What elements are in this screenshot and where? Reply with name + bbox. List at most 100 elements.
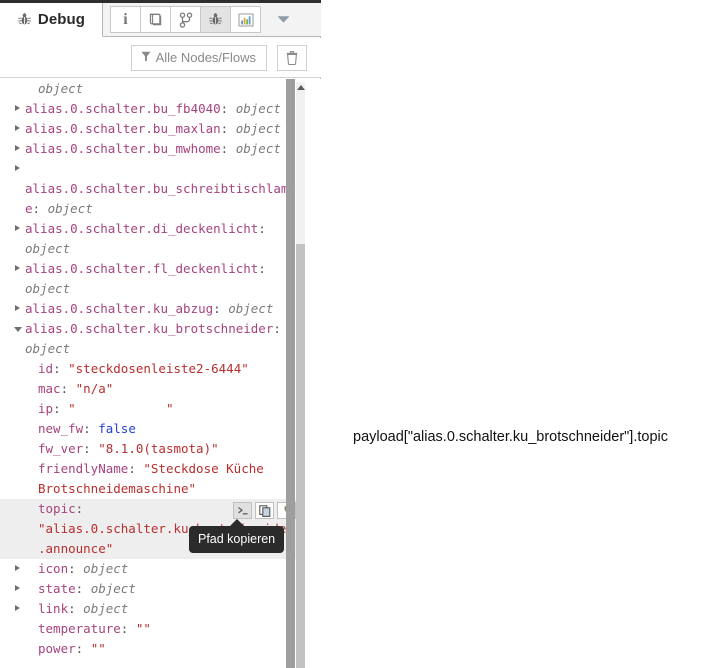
info-icon[interactable]: i <box>110 6 141 33</box>
info-glyph: i <box>123 10 128 28</box>
tree-row[interactable]: link: object <box>0 599 302 619</box>
filter-nodes-button[interactable]: Alle Nodes/Flows <box>130 44 267 71</box>
copy-path-tooltip: Pfad kopieren <box>189 519 285 553</box>
debug-message-tree: object alias.0.schalter.bu_fb4040: object… <box>0 79 302 659</box>
library-icon[interactable] <box>140 6 171 33</box>
tab-debug[interactable]: Debug <box>0 3 103 37</box>
expand-caret-closed-icon[interactable] <box>15 225 20 231</box>
debug-icon[interactable] <box>200 6 231 33</box>
copy-path-icon[interactable] <box>255 502 274 519</box>
tree-row-part-k: power <box>38 641 76 656</box>
message-scrollbar[interactable] <box>296 82 305 668</box>
filter-nodes-label: Alle Nodes/Flows <box>155 50 256 65</box>
tree-row-part-k: new_fw <box>38 421 84 436</box>
tree-row-part-k: alias.0.schalter.di_deckenlicht <box>25 221 259 236</box>
tree-row-part-t: object <box>235 141 281 156</box>
tree-row-part-t: object <box>228 301 274 316</box>
tree-row[interactable]: state: object <box>0 579 302 599</box>
tree-row[interactable]: power: "" <box>0 639 302 659</box>
tree-row-part-plain: : <box>220 141 236 156</box>
tree-row-part-k: alias.0.schalter.fl_deckenlicht <box>25 261 259 276</box>
tree-row[interactable]: alias.0.schalter.fl_deckenlicht: object <box>0 259 302 299</box>
tree-row-part-k: fw_ver <box>38 441 84 456</box>
tree-row[interactable]: temperature: "" <box>0 619 302 639</box>
tree-row-part-plain: : <box>75 641 91 656</box>
tree-row-part-s: "n/a" <box>75 381 114 396</box>
tree-row-part-s: " " <box>68 401 174 416</box>
message-scrollbar-thumb[interactable] <box>296 244 305 668</box>
debug-sidebar-panel: Debug i Alle Nodes/Flows object alias.0.… <box>0 0 321 668</box>
tree-row[interactable]: alias.0.schalter.bu_mwhome: object <box>0 139 302 159</box>
panel-scrollbar-thumb[interactable] <box>286 79 295 668</box>
tree-row-part-plain: : <box>75 581 91 596</box>
tree-row[interactable]: icon: object <box>0 559 302 579</box>
tree-row-part-k: friendlyName <box>38 461 129 476</box>
expand-caret-closed-icon[interactable] <box>15 165 20 171</box>
tree-row[interactable]: id: "steckdosenleiste2-6444" <box>0 359 302 379</box>
dashboard-icon[interactable] <box>230 6 261 33</box>
tree-row-part-t: object <box>83 601 129 616</box>
sidebar-tool-buttons: i <box>103 3 299 36</box>
tree-row-part-plain: : <box>120 621 136 636</box>
tree-row-part-plain: : <box>220 101 236 116</box>
expand-caret-closed-icon[interactable] <box>15 585 20 591</box>
tree-row-part-k: alias.0.schalter.bu_fb4040 <box>25 101 221 116</box>
tree-row-part-plain: : <box>83 441 99 456</box>
tree-row-part-k: alias.0.schalter.bu_maxlan <box>25 121 221 136</box>
tree-row-part-t: object <box>235 101 281 116</box>
tree-row-part-t: object <box>47 201 93 216</box>
debug-filter-bar: Alle Nodes/Flows <box>0 38 321 78</box>
tree-row-part-s: "8.1.0(tasmota)" <box>98 441 219 456</box>
tree-row[interactable]: new_fw: false <box>0 419 302 439</box>
tree-row-part-k: mac <box>38 381 61 396</box>
tree-row-part-t: object <box>38 81 84 96</box>
tree-row[interactable]: ip: " " <box>0 399 302 419</box>
tree-row-part-plain: : <box>83 421 99 436</box>
tree-row[interactable]: mac: "n/a" <box>0 379 302 399</box>
tree-row-part-k: alias.0.schalter.bu_mwhome <box>25 141 221 156</box>
tree-row[interactable]: alias.0.schalter.ku_brotschneider: objec… <box>0 319 302 359</box>
expand-caret-closed-icon[interactable] <box>15 145 20 151</box>
tree-row-part-k: link <box>38 601 69 616</box>
tree-row-part-k: id <box>38 361 54 376</box>
tree-row-part-plain: : <box>53 361 69 376</box>
tree-row-part-k: alias.0.schalter.ku_brotschneider <box>25 321 274 336</box>
expand-caret-closed-icon[interactable] <box>15 265 20 271</box>
expand-caret-closed-icon[interactable] <box>15 105 20 111</box>
tree-row-part-plain: : <box>75 501 91 516</box>
tree-row-part-s: "" <box>90 641 106 656</box>
tree-row[interactable]: friendlyName: "Steckdose Küche Brotschne… <box>0 459 302 499</box>
panel-scrollbar[interactable] <box>286 79 295 668</box>
tree-row-part-plain: : <box>68 601 84 616</box>
tree-row[interactable]: alias.0.schalter.ku_abzug: object <box>0 299 302 319</box>
tab-debug-label: Debug <box>37 11 86 28</box>
tree-row[interactable]: alias.0.schalter.bu_maxlan: object <box>0 119 302 139</box>
trash-icon[interactable] <box>277 44 307 71</box>
screen: Debug i Alle Nodes/Flows object alias.0.… <box>0 0 725 668</box>
filter-icon <box>140 50 151 65</box>
flow-icon[interactable] <box>170 6 201 33</box>
tree-row-part-b: false <box>98 421 136 436</box>
tree-row-part-t: object <box>25 241 71 256</box>
tree-row-part-k: icon <box>38 561 69 576</box>
send-to-console-icon[interactable] <box>233 502 252 519</box>
tree-row-part-plain: : <box>68 561 84 576</box>
expand-caret-closed-icon[interactable] <box>15 605 20 611</box>
expand-caret-closed-icon[interactable] <box>15 305 20 311</box>
tree-row-part-t: object <box>25 341 71 356</box>
tree-row-part-t: object <box>90 581 136 596</box>
tree-row-part-k: ip <box>38 401 54 416</box>
payload-path-annotation: payload["alias.0.schalter.ku_brotschneid… <box>353 429 668 445</box>
expand-caret-open-icon[interactable] <box>14 327 22 335</box>
scroll-up-arrow-icon[interactable] <box>297 85 305 90</box>
tree-row[interactable]: alias.0.schalter.di_deckenlicht: object <box>0 219 302 259</box>
tree-row[interactable]: object <box>0 79 302 99</box>
tree-row-part-plain: : <box>32 201 48 216</box>
expand-caret-closed-icon[interactable] <box>15 565 20 571</box>
tree-row[interactable]: alias.0.schalter.bu_schreibtischlampe: o… <box>0 159 302 219</box>
tree-row[interactable]: alias.0.schalter.bu_fb4040: object <box>0 99 302 119</box>
tree-row[interactable]: fw_ver: "8.1.0(tasmota)" <box>0 439 302 459</box>
expand-caret-closed-icon[interactable] <box>15 125 20 131</box>
debug-message-list[interactable]: object alias.0.schalter.bu_fb4040: object… <box>0 79 321 668</box>
chevron-down-icon[interactable] <box>268 6 299 33</box>
